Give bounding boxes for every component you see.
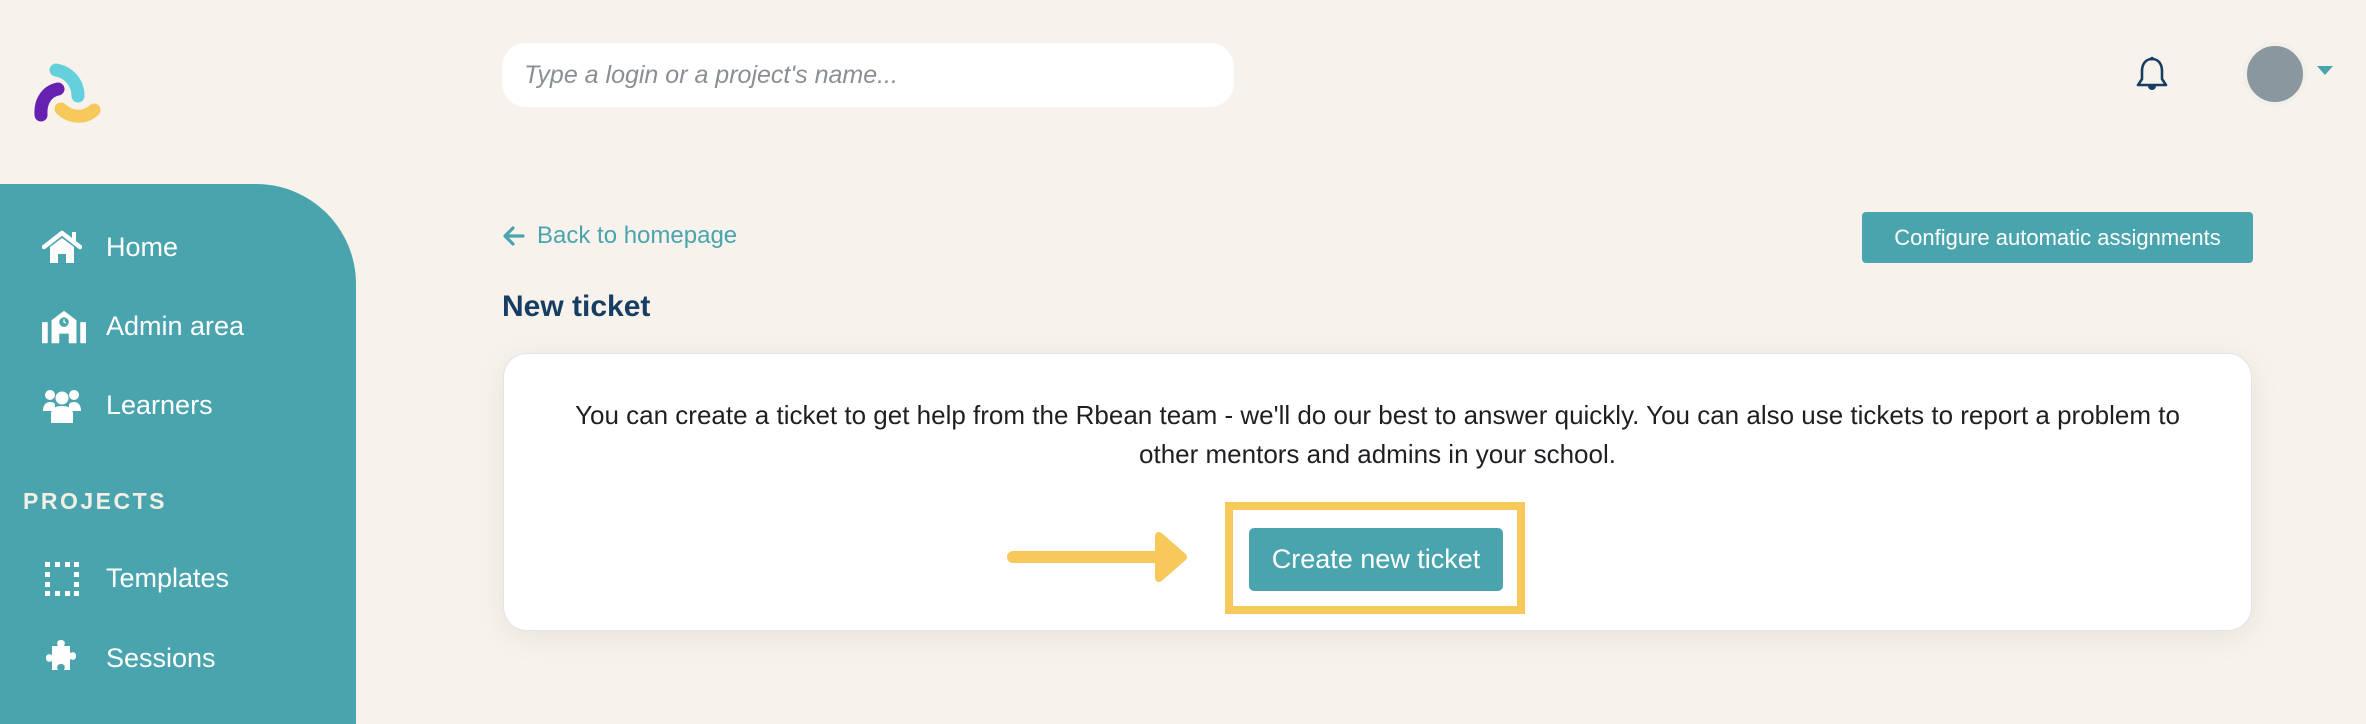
sidebar-item-label: Sessions [106, 642, 216, 673]
caret-down-icon[interactable] [2317, 66, 2333, 75]
puzzle-icon [42, 638, 86, 678]
sidebar-item-home[interactable]: Home [42, 227, 178, 267]
users-icon [42, 385, 86, 425]
bell-icon[interactable] [2133, 55, 2171, 93]
sidebar-item-learners[interactable]: Learners [42, 385, 213, 425]
search-bar[interactable] [502, 43, 1234, 107]
sidebar-item-templates[interactable]: Templates [42, 558, 229, 598]
user-avatar[interactable] [2243, 42, 2307, 106]
rbean-logo[interactable] [28, 60, 104, 130]
home-icon [42, 227, 86, 267]
sidebar-item-label: Learners [106, 389, 213, 420]
configure-automatic-assignments-button[interactable]: Configure automatic assignments [1862, 212, 2253, 263]
ticket-description: You can create a ticket to get help from… [575, 400, 2180, 469]
arrow-right-annotation [1007, 532, 1187, 582]
create-new-ticket-button[interactable]: Create new ticket [1249, 528, 1503, 591]
arrow-left-icon [503, 226, 525, 246]
sidebar-item-label: Templates [106, 562, 230, 593]
sidebar-item-label: Home [106, 231, 179, 262]
page-title: New ticket [502, 290, 651, 323]
sidebar-section-projects: PROJECTS [23, 488, 167, 514]
sidebar-item-label: Admin area [106, 310, 245, 341]
search-input[interactable] [522, 59, 1214, 91]
sidebar-item-sessions[interactable]: Sessions [42, 638, 216, 678]
school-icon [42, 306, 86, 346]
back-link-label: Back to homepage [537, 222, 738, 249]
back-to-homepage-link[interactable]: Back to homepage [503, 222, 737, 250]
dotted-square-icon [42, 558, 86, 598]
sidebar-item-admin-area[interactable]: Admin area [42, 306, 244, 346]
